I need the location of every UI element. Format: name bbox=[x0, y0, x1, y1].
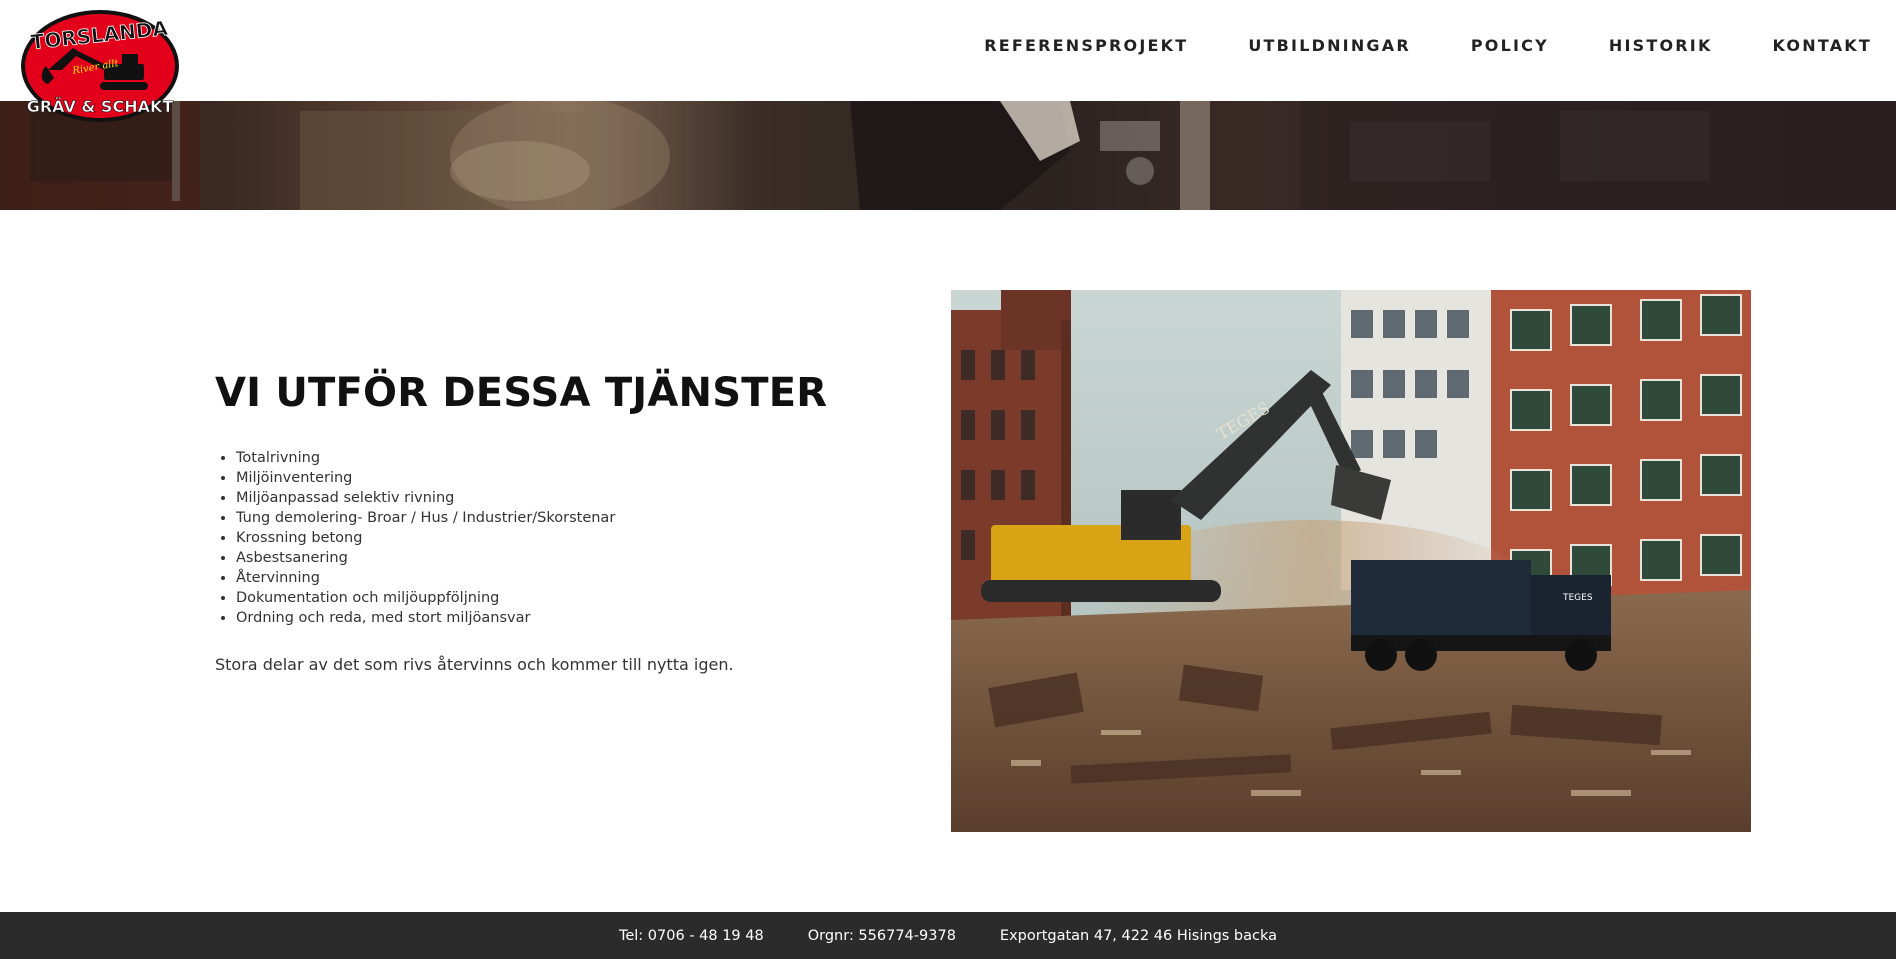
logo-graphic: TORSLANDA River allt GRÄV & SCHAKT bbox=[21, 10, 179, 122]
logo-bottom-text: GRÄV & SCHAKT bbox=[27, 97, 174, 116]
site-footer: Tel: 0706 - 48 19 48 Orgnr: 556774-9378 … bbox=[0, 912, 1896, 959]
footer-orgnr: Orgnr: 556774-9378 bbox=[807, 927, 956, 944]
truck-wheel bbox=[1405, 639, 1437, 671]
truck-wheel bbox=[1565, 639, 1597, 671]
truck-wheel bbox=[1365, 639, 1397, 671]
truck-dump-body bbox=[1351, 560, 1531, 640]
main-nav: REFERENSPROJEKT UTBILDNINGAR POLICY HIST… bbox=[924, 36, 1872, 55]
excavator-cab bbox=[1121, 490, 1181, 540]
nav-item-utbildningar[interactable]: UTBILDNINGAR bbox=[1248, 36, 1411, 55]
services-list: Totalrivning Miljöinventering Miljöanpas… bbox=[236, 448, 615, 628]
list-item: Krossning betong bbox=[236, 528, 615, 548]
list-item: Ordning och reda, med stort miljöansvar bbox=[236, 608, 615, 628]
list-item: Miljöanpassad selektiv rivning bbox=[236, 488, 615, 508]
demolition-photo-image: TEGES TEGES bbox=[951, 290, 1751, 832]
nav-item-policy[interactable]: POLICY bbox=[1471, 36, 1549, 55]
list-item: Totalrivning bbox=[236, 448, 615, 468]
company-logo[interactable]: TORSLANDA River allt GRÄV & SCHAKT bbox=[18, 8, 182, 124]
nav-item-referensprojekt[interactable]: REFERENSPROJEKT bbox=[984, 36, 1188, 55]
nav-item-historik[interactable]: HISTORIK bbox=[1609, 36, 1713, 55]
excavator-tracks bbox=[981, 580, 1221, 602]
site-header: REFERENSPROJEKT UTBILDNINGAR POLICY HIST… bbox=[0, 0, 1896, 101]
lead-paragraph: Stora delar av det som rivs återvinns oc… bbox=[215, 655, 734, 674]
truck-cab bbox=[1531, 575, 1611, 640]
demolition-photo: TEGES TEGES bbox=[951, 290, 1751, 832]
logo-excavator-cab bbox=[122, 54, 138, 66]
hero-image bbox=[0, 101, 1896, 210]
list-item: Tung demolering- Broar / Hus / Industrie… bbox=[236, 508, 615, 528]
list-item: Dokumentation och miljöuppföljning bbox=[236, 588, 615, 608]
logo-excavator-tracks bbox=[100, 82, 148, 90]
nav-item-kontakt[interactable]: KONTAKT bbox=[1773, 36, 1872, 55]
list-item: Återvinning bbox=[236, 568, 615, 588]
footer-address: Exportgatan 47, 422 46 Hisings backa bbox=[999, 927, 1278, 944]
list-item: Miljöinventering bbox=[236, 468, 615, 488]
list-item: Asbestsanering bbox=[236, 548, 615, 568]
hero-banner bbox=[0, 101, 1896, 210]
truck-brand-text: TEGES bbox=[1562, 593, 1593, 603]
page-title: VI UTFÖR DESSA TJÄNSTER bbox=[215, 370, 828, 416]
footer-phone: Tel: 0706 - 48 19 48 bbox=[618, 927, 764, 944]
